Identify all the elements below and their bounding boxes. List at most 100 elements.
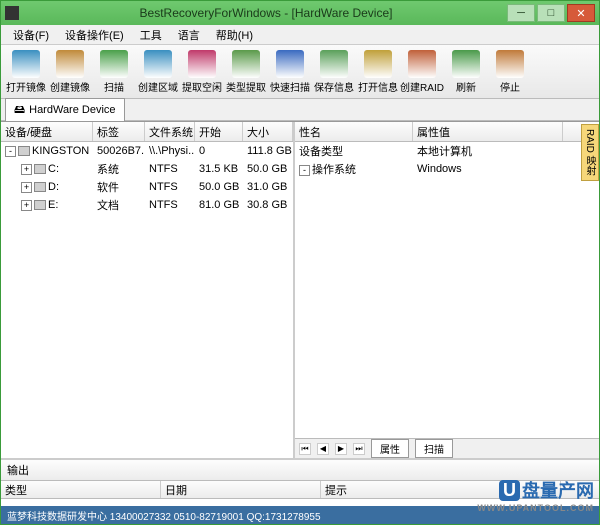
tab-nav-prev[interactable]: ◀ <box>317 443 329 455</box>
tab-scan[interactable]: 扫描 <box>415 439 453 458</box>
menu-语言[interactable]: 语言 <box>170 25 208 45</box>
tool-label: 打开镜像 <box>6 79 46 94</box>
tree-toggle-icon[interactable]: + <box>21 200 32 211</box>
toolbtn-打开镜像[interactable]: 打开镜像 <box>5 48 47 96</box>
cell: 31.5 KB <box>195 163 243 175</box>
output-col[interactable]: 日期 <box>161 481 321 498</box>
tree-toggle-icon[interactable]: + <box>21 182 32 193</box>
tree-toggle-icon[interactable]: - <box>5 146 16 157</box>
tool-label: 快速扫描 <box>270 79 310 94</box>
cell: NTFS <box>145 163 195 175</box>
cell: 50.0 GB <box>243 163 293 175</box>
output-panel: 输出 类型日期提示 <box>1 458 599 506</box>
tool-icon <box>364 50 392 78</box>
tool-icon <box>12 50 40 78</box>
tool-icon <box>144 50 172 78</box>
cell: 50026B7... <box>93 145 145 157</box>
tool-icon <box>100 50 128 78</box>
table-row[interactable]: -KINGSTON ...50026B7...\\.\Physi...0111.… <box>1 142 293 160</box>
col-header[interactable]: 文件系统 <box>145 122 195 141</box>
cell: \\.\Physi... <box>145 145 195 157</box>
property-list[interactable]: 设备类型本地计算机-操作系统Windows <box>295 142 599 438</box>
hardware-tab-label: HardWare Device <box>29 104 115 116</box>
close-button[interactable]: ✕ <box>567 4 595 22</box>
cell: -KINGSTON ... <box>1 145 93 157</box>
tree-toggle-icon[interactable]: + <box>21 164 32 175</box>
menu-设备(F)[interactable]: 设备(F) <box>5 25 57 45</box>
toolbtn-停止[interactable]: 停止 <box>489 48 531 96</box>
toolbtn-创建区域[interactable]: 创建区域 <box>137 48 179 96</box>
drive-icon <box>18 146 30 156</box>
tool-icon <box>56 50 84 78</box>
table-row[interactable]: +E:文档NTFS81.0 GB30.8 GB <box>1 196 293 214</box>
menu-帮助(H)[interactable]: 帮助(H) <box>208 25 261 45</box>
menu-工具[interactable]: 工具 <box>132 25 170 45</box>
toolbtn-创建镜像[interactable]: 创建镜像 <box>49 48 91 96</box>
property-panel: 性名属性值 设备类型本地计算机-操作系统Windows ⏮ ◀ ▶ ⏭ 属性 扫… <box>295 122 599 458</box>
cell: 0 <box>195 145 243 157</box>
toolbtn-扫描[interactable]: 扫描 <box>93 48 135 96</box>
toolbtn-刷新[interactable]: 刷新 <box>445 48 487 96</box>
cell: 30.8 GB <box>243 199 293 211</box>
toolbtn-类型提取[interactable]: 类型提取 <box>225 48 267 96</box>
cell: +E: <box>1 199 93 211</box>
col-header[interactable]: 属性值 <box>413 122 563 141</box>
tab-nav-last[interactable]: ⏭ <box>353 443 365 455</box>
tool-label: 打开信息 <box>358 79 398 94</box>
drive-icon <box>34 200 46 210</box>
tab-nav-next[interactable]: ▶ <box>335 443 347 455</box>
output-col[interactable]: 提示 <box>321 481 561 498</box>
titlebar: BestRecoveryForWindows - [HardWare Devic… <box>1 1 599 25</box>
tool-label: 停止 <box>500 79 520 94</box>
tool-label: 创建区域 <box>138 79 178 94</box>
property-row[interactable]: 设备类型本地计算机 <box>295 142 599 160</box>
cell: 系统 <box>93 161 145 177</box>
cell: NTFS <box>145 199 195 211</box>
tool-label: 扫描 <box>104 79 124 94</box>
window-title: BestRecoveryForWindows - [HardWare Devic… <box>25 6 507 20</box>
toolbtn-创建RAID[interactable]: 创建RAID <box>401 48 443 96</box>
maximize-button[interactable]: □ <box>537 4 565 22</box>
tree-toggle-icon[interactable]: - <box>299 165 310 176</box>
toolbar: 打开镜像创建镜像扫描创建区域提取空闲类型提取快速扫描保存信息打开信息创建RAID… <box>1 45 599 99</box>
cell: -操作系统 <box>295 161 413 177</box>
hardware-device-tab[interactable]: 🖴 HardWare Device <box>5 98 125 122</box>
col-header[interactable]: 设备/硬盘 <box>1 122 93 141</box>
cell: 软件 <box>93 179 145 195</box>
col-header[interactable]: 性名 <box>295 122 413 141</box>
device-tree[interactable]: -KINGSTON ...50026B7...\\.\Physi...0111.… <box>1 142 293 458</box>
cell: 50.0 GB <box>195 181 243 193</box>
tool-icon <box>496 50 524 78</box>
cell: +D: <box>1 181 93 193</box>
property-row[interactable]: -操作系统Windows <box>295 160 599 178</box>
col-header[interactable]: 开始 <box>195 122 243 141</box>
tab-nav-first[interactable]: ⏮ <box>299 443 311 455</box>
tool-label: 刷新 <box>456 79 476 94</box>
toolbtn-保存信息[interactable]: 保存信息 <box>313 48 355 96</box>
tool-label: 创建镜像 <box>50 79 90 94</box>
cell: NTFS <box>145 181 195 193</box>
table-row[interactable]: +C:系统NTFS31.5 KB50.0 GB <box>1 160 293 178</box>
device-tree-panel: 设备/硬盘标签文件系统开始大小 -KINGSTON ...50026B7...\… <box>1 122 295 458</box>
tool-label: 类型提取 <box>226 79 266 94</box>
toolbtn-打开信息[interactable]: 打开信息 <box>357 48 399 96</box>
table-row[interactable]: +D:软件NTFS50.0 GB31.0 GB <box>1 178 293 196</box>
hardware-icon: 🖴 <box>14 101 25 120</box>
tool-label: 提取空闲 <box>182 79 222 94</box>
cell: 111.8 GB <box>243 145 293 157</box>
app-icon <box>5 6 19 20</box>
toolbtn-快速扫描[interactable]: 快速扫描 <box>269 48 311 96</box>
minimize-button[interactable]: ─ <box>507 4 535 22</box>
col-header[interactable]: 大小 <box>243 122 293 141</box>
col-header[interactable]: 标签 <box>93 122 145 141</box>
device-tab-strip: 🖴 HardWare Device <box>1 99 599 121</box>
tool-icon <box>188 50 216 78</box>
output-col[interactable]: 类型 <box>1 481 161 498</box>
toolbtn-提取空闲[interactable]: 提取空闲 <box>181 48 223 96</box>
cell: 81.0 GB <box>195 199 243 211</box>
tab-properties[interactable]: 属性 <box>371 439 409 458</box>
tool-icon <box>276 50 304 78</box>
cell: 本地计算机 <box>413 143 563 159</box>
raid-side-tab[interactable]: RAID 映射 <box>581 124 599 181</box>
menu-设备操作(E)[interactable]: 设备操作(E) <box>57 25 132 45</box>
